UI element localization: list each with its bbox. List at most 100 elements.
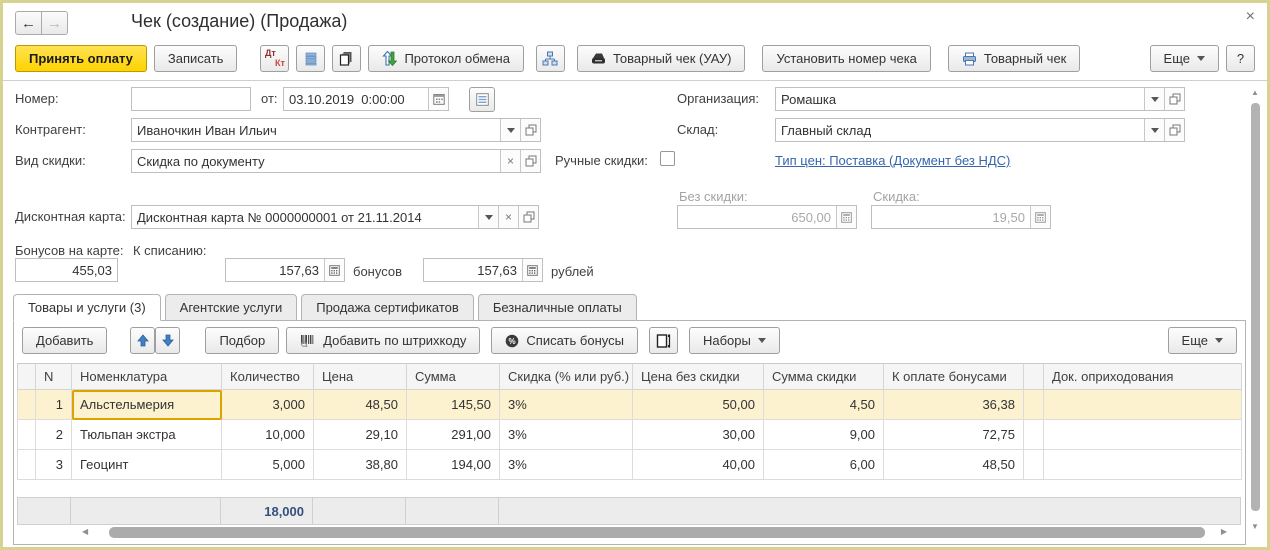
rub-writeoff-input[interactable]: 157,63 bbox=[423, 258, 543, 282]
close-button[interactable]: × bbox=[1246, 8, 1255, 26]
warehouse-dropdown-button[interactable] bbox=[1144, 119, 1164, 141]
cell-n[interactable]: 2 bbox=[35, 419, 72, 450]
discount-card-clear-button[interactable]: × bbox=[498, 206, 518, 228]
counterparty-open-button[interactable] bbox=[520, 119, 540, 141]
vertical-scrollbar-thumb[interactable] bbox=[1251, 103, 1260, 511]
receipt-uau-button[interactable]: Товарный чек (УАУ) bbox=[576, 45, 746, 72]
scroll-down-icon[interactable]: ▼ bbox=[1251, 523, 1259, 531]
more-button[interactable]: Еще bbox=[1149, 45, 1219, 72]
show-form-button[interactable] bbox=[648, 327, 678, 354]
exchange-protocol-button[interactable]: Протокол обмена bbox=[368, 45, 524, 72]
move-up-button[interactable] bbox=[130, 327, 156, 354]
cell-quantity[interactable]: 10,000 bbox=[221, 419, 314, 450]
vertical-scrollbar[interactable]: ▲ ▼ bbox=[1249, 89, 1262, 539]
add-by-barcode-button[interactable]: Добавить по штрихкоду bbox=[286, 327, 481, 354]
discount-kind-clear-button[interactable]: × bbox=[500, 150, 520, 172]
tab-cashless-payments[interactable]: Безналичные оплаты bbox=[477, 294, 637, 321]
col-sum[interactable]: Сумма bbox=[406, 363, 500, 390]
discount-card-combo[interactable]: Дисконтная карта № 0000000001 от 21.11.2… bbox=[131, 205, 539, 229]
cell-bonus-payment[interactable]: 48,50 bbox=[883, 449, 1024, 480]
cell-nomenclature[interactable]: Геоцинт bbox=[71, 449, 222, 480]
scroll-right-icon[interactable]: ▶ bbox=[1221, 528, 1227, 536]
discount-kind-open-button[interactable] bbox=[520, 150, 540, 172]
col-quantity[interactable]: Количество bbox=[221, 363, 314, 390]
date-input[interactable]: 03.10.2019 0:00:00 bbox=[283, 87, 449, 111]
accept-payment-button[interactable]: Принять оплату bbox=[15, 45, 147, 72]
cell-discount-sum[interactable]: 9,00 bbox=[763, 419, 884, 450]
move-down-button[interactable] bbox=[155, 327, 181, 354]
warehouse-open-button[interactable] bbox=[1164, 119, 1184, 141]
add-row-button[interactable]: Добавить bbox=[22, 327, 108, 354]
tab-agent-services[interactable]: Агентские услуги bbox=[164, 294, 298, 321]
discount-kind-combo[interactable]: Скидка по документу × bbox=[131, 149, 541, 173]
table-row[interactable]: 1 Альстельмерия 3,000 48,50 145,50 3% 50… bbox=[17, 389, 1242, 420]
col-bonus-payment[interactable]: К оплате бонусами bbox=[883, 363, 1024, 390]
cell-nomenclature[interactable]: Альстельмерия bbox=[71, 389, 222, 420]
manual-discounts-checkbox[interactable] bbox=[660, 151, 675, 166]
cell-sum[interactable]: 194,00 bbox=[406, 449, 500, 480]
scroll-up-icon[interactable]: ▲ bbox=[1251, 89, 1259, 97]
col-nomenclature[interactable]: Номенклатура bbox=[71, 363, 222, 390]
calculator-button[interactable] bbox=[324, 259, 344, 281]
list-button[interactable] bbox=[296, 45, 326, 72]
horizontal-scrollbar[interactable] bbox=[109, 527, 1205, 538]
cell-discount[interactable]: 3% bbox=[499, 389, 633, 420]
cell-quantity[interactable]: 3,000 bbox=[221, 389, 314, 420]
bonus-writeoff-input[interactable]: 157,63 bbox=[225, 258, 345, 282]
back-button[interactable]: ← bbox=[15, 11, 42, 35]
cell-quantity[interactable]: 5,000 bbox=[221, 449, 314, 480]
cell-bonus-payment[interactable]: 72,75 bbox=[883, 419, 1024, 450]
cell-price-no-discount[interactable]: 30,00 bbox=[632, 419, 764, 450]
dtkt-postings-button[interactable]: Дт Кт bbox=[260, 45, 290, 72]
forward-button[interactable]: → bbox=[41, 11, 68, 35]
write-button[interactable]: Записать bbox=[153, 45, 238, 72]
price-type-link[interactable]: Тип цен: Поставка (Документ без НДС) bbox=[775, 153, 1010, 168]
counterparty-combo[interactable]: Иваночкин Иван Ильич bbox=[131, 118, 541, 142]
set-receipt-number-button[interactable]: Установить номер чека bbox=[762, 45, 931, 72]
cell-price-no-discount[interactable]: 50,00 bbox=[632, 389, 764, 420]
cell-doc[interactable] bbox=[1043, 449, 1242, 480]
cell-price-no-discount[interactable]: 40,00 bbox=[632, 449, 764, 480]
cell-sum[interactable]: 291,00 bbox=[406, 419, 500, 450]
items-more-button[interactable]: Еще bbox=[1167, 327, 1237, 354]
sets-button[interactable]: Наборы bbox=[688, 327, 780, 354]
counterparty-dropdown-button[interactable] bbox=[500, 119, 520, 141]
cell-discount[interactable]: 3% bbox=[499, 449, 633, 480]
cell-sum[interactable]: 145,50 bbox=[406, 389, 500, 420]
col-n[interactable]: N bbox=[35, 363, 72, 390]
cell-n[interactable]: 3 bbox=[35, 449, 72, 480]
col-price-no-discount[interactable]: Цена без скидки bbox=[632, 363, 764, 390]
col-price[interactable]: Цена bbox=[313, 363, 407, 390]
structure-button[interactable] bbox=[535, 45, 565, 72]
warehouse-combo[interactable]: Главный склад bbox=[775, 118, 1185, 142]
col-discount-sum[interactable]: Сумма скидки bbox=[763, 363, 884, 390]
cell-price[interactable]: 38,80 bbox=[313, 449, 407, 480]
cell-price[interactable]: 29,10 bbox=[313, 419, 407, 450]
cell-price[interactable]: 48,50 bbox=[313, 389, 407, 420]
organization-dropdown-button[interactable] bbox=[1144, 88, 1164, 110]
document-journal-button[interactable] bbox=[469, 87, 495, 112]
tab-certificates[interactable]: Продажа сертификатов bbox=[301, 294, 474, 321]
writeoff-bonuses-button[interactable]: % Списать бонусы bbox=[491, 327, 638, 354]
cell-discount[interactable]: 3% bbox=[499, 419, 633, 450]
cell-n[interactable]: 1 bbox=[35, 389, 72, 420]
cell-doc[interactable] bbox=[1043, 389, 1242, 420]
number-input[interactable] bbox=[131, 87, 251, 111]
tab-goods-services[interactable]: Товары и услуги (3) bbox=[13, 294, 161, 321]
pick-button[interactable]: Подбор bbox=[205, 327, 280, 354]
scroll-left-icon[interactable]: ◀ bbox=[82, 528, 88, 536]
table-row[interactable]: 3 Геоцинт 5,000 38,80 194,00 3% 40,00 6,… bbox=[17, 449, 1242, 480]
organization-open-button[interactable] bbox=[1164, 88, 1184, 110]
calendar-button[interactable] bbox=[428, 88, 448, 110]
print-receipt-button[interactable]: Товарный чек bbox=[947, 45, 1081, 72]
discount-card-dropdown-button[interactable] bbox=[478, 206, 498, 228]
organization-combo[interactable]: Ромашка bbox=[775, 87, 1185, 111]
copy-button[interactable] bbox=[332, 45, 362, 72]
discount-card-open-button[interactable] bbox=[518, 206, 538, 228]
cell-discount-sum[interactable]: 6,00 bbox=[763, 449, 884, 480]
help-button[interactable]: ? bbox=[1226, 45, 1255, 72]
table-row[interactable]: 2 Тюльпан экстра 10,000 29,10 291,00 3% … bbox=[17, 419, 1242, 450]
cell-discount-sum[interactable]: 4,50 bbox=[763, 389, 884, 420]
cell-bonus-payment[interactable]: 36,38 bbox=[883, 389, 1024, 420]
col-discount[interactable]: Скидка (% или руб.) bbox=[499, 363, 633, 390]
